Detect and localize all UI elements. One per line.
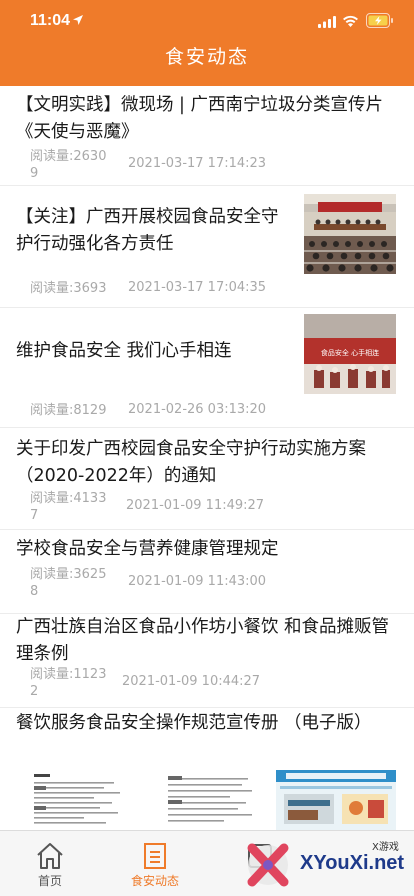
wifi-icon [343, 15, 358, 27]
view-count: 阅读量:8129 [30, 403, 107, 418]
publish-date: 2021-01-09 10:44:27 [122, 674, 261, 689]
tab-label: 食安动态 [130, 874, 179, 888]
watermark-logo-icon [247, 843, 289, 887]
news-title: 学校食品安全与营养健康管理规定 [16, 539, 279, 559]
conference-photo-image [304, 194, 396, 274]
watermark-subtext: X游戏 [372, 842, 399, 853]
cellular-signal-icon [318, 16, 336, 28]
view-count: 阅读量:41337 [30, 491, 107, 523]
publish-date: 2021-01-09 11:49:27 [126, 498, 265, 513]
publish-date: 2021-02-26 03:13:20 [128, 402, 267, 417]
view-count: 阅读量:26309 [30, 149, 107, 181]
tab-news[interactable]: 食安动态 [95, 831, 215, 896]
battery-charging-icon [366, 13, 393, 28]
status-time: 11:04 [30, 12, 71, 29]
brochure-page-preview [160, 770, 260, 830]
news-item[interactable]: 【关注】广西开展校园食品安全守护行动强化各方责任 阅读量:3693 2021-0… [0, 186, 414, 308]
food-safety-banner-image: 食品安全 心手相连 [304, 314, 396, 394]
news-title: 广西壮族自治区食品小作坊小餐饮 和食品摊贩管理条例 [16, 617, 390, 664]
brochure-cover-preview [276, 770, 396, 830]
location-arrow-icon [73, 15, 83, 25]
publish-date: 2021-03-17 17:14:23 [128, 156, 267, 171]
home-icon [37, 843, 63, 869]
view-count: 阅读量:36258 [30, 567, 107, 599]
banner-text: 食品安全 心手相连 [321, 348, 379, 357]
news-thumbnail: 食品安全 心手相连 [304, 314, 396, 394]
page-title: 食安动态 [164, 46, 249, 68]
news-title: 【文明实践】微现场 | 广西南宁垃圾分类宣传片《天使与恶魔》 [16, 95, 384, 142]
publish-date: 2021-01-09 11:43:00 [128, 574, 267, 589]
status-bar: 11:04 [0, 0, 414, 44]
view-count: 阅读量:11232 [30, 667, 107, 699]
news-item[interactable]: 餐饮服务食品安全操作规范宣传册 （电子版） [0, 708, 414, 830]
tab-home[interactable]: 首页 [0, 831, 110, 896]
brochure-page-preview [30, 770, 130, 830]
news-title: 餐饮服务食品安全操作规范宣传册 （电子版） [16, 713, 372, 733]
news-list[interactable]: 【文明实践】微现场 | 广西南宁垃圾分类宣传片《天使与恶魔》 阅读量:26309… [0, 86, 414, 830]
publish-date: 2021-03-17 17:04:35 [128, 280, 267, 295]
news-title: 【关注】广西开展校园食品安全守护行动强化各方责任 [16, 207, 279, 254]
news-item[interactable]: 学校食品安全与营养健康管理规定 阅读量:36258 2021-01-09 11:… [0, 530, 414, 614]
news-icon [144, 843, 166, 869]
watermark-text: XYouXi.net [300, 852, 405, 874]
news-item[interactable]: 关于印发广西校园食品安全守护行动实施方案（2020-2022年）的通知 阅读量:… [0, 428, 414, 530]
app-header: 11:04 食安动态 [0, 0, 414, 86]
news-item[interactable]: 维护食品安全 我们心手相连 阅读量:8129 2021-02-26 03:13:… [0, 308, 414, 428]
news-title: 关于印发广西校园食品安全守护行动实施方案（2020-2022年）的通知 [16, 439, 366, 486]
news-item[interactable]: 【文明实践】微现场 | 广西南宁垃圾分类宣传片《天使与恶魔》 阅读量:26309… [0, 86, 414, 186]
news-thumbnail [304, 194, 396, 274]
view-count: 阅读量:3693 [30, 281, 107, 296]
news-item[interactable]: 广西壮族自治区食品小作坊小餐饮 和食品摊贩管理条例 阅读量:11232 2021… [0, 614, 414, 708]
tab-label: 首页 [37, 874, 62, 888]
news-title: 维护食品安全 我们心手相连 [16, 341, 232, 361]
